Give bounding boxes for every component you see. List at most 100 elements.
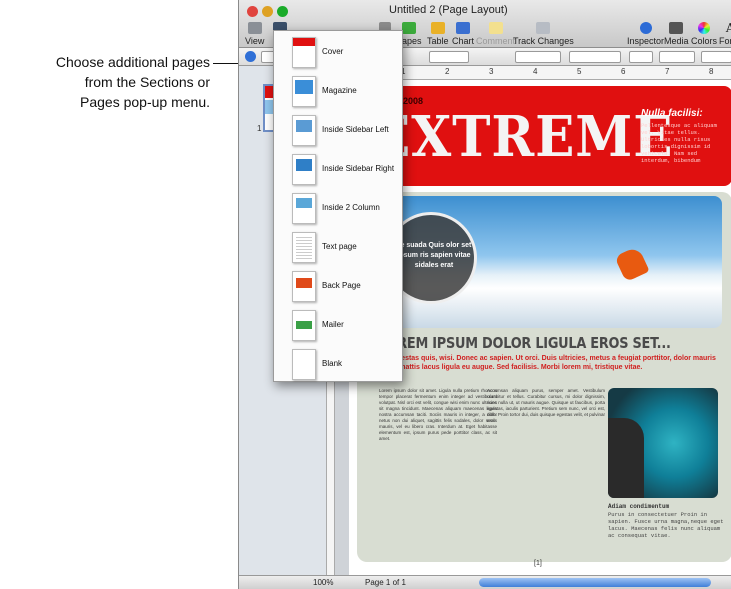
font-size-field[interactable]	[429, 51, 469, 63]
callout-text: Choose additional pages from the Section…	[0, 52, 210, 112]
menu-item-blank[interactable]: Blank	[274, 345, 402, 383]
styles-drawer-icon[interactable]	[245, 51, 256, 62]
inside-2-column-icon	[292, 193, 316, 224]
climber-figure	[614, 245, 650, 283]
body-column-1: Lorem ipsum dolor sit amet. Ligula nulla…	[379, 388, 497, 441]
inside-sidebar-left-icon	[292, 115, 316, 146]
ruler-tick: 3	[489, 67, 494, 76]
menu-item-label: Inside Sidebar Right	[322, 164, 395, 173]
colors-icon	[698, 22, 710, 34]
menu-item-label: Cover	[322, 47, 344, 56]
caption-text: Purus in consectetuer Proin in sapien. F…	[608, 511, 724, 539]
menu-item-label: Inside Sidebar Left	[322, 125, 389, 134]
callout-line-3: Pages pop-up menu.	[80, 94, 210, 110]
alignment-buttons[interactable]	[569, 51, 621, 63]
colors-button[interactable]: Colors	[691, 22, 717, 46]
magazine-page-icon	[292, 76, 316, 107]
ruler-tick: 8	[709, 67, 714, 76]
inset-rock-shape	[608, 418, 644, 498]
callout-line-2: from the Sections or	[84, 74, 210, 90]
comment-icon	[488, 22, 503, 34]
menu-item-back-page[interactable]: Back Page	[274, 267, 402, 305]
window-title: Untitled 2 (Page Layout)	[389, 4, 508, 16]
chart-button[interactable]: Chart	[452, 22, 474, 46]
page-indicator: Page 1 of 1	[365, 578, 406, 587]
colors-label: Colors	[691, 36, 718, 46]
ruler-tick: 2	[445, 67, 450, 76]
track-changes-label: Track Changes	[513, 36, 574, 46]
mailer-page-icon	[292, 310, 316, 341]
menu-item-label: Blank	[322, 359, 343, 368]
menu-item-label: Back Page	[322, 281, 361, 290]
media-icon	[669, 22, 684, 34]
menu-item-label: Inside 2 Column	[322, 203, 380, 212]
blank-page-icon	[292, 349, 316, 380]
track-changes-icon	[536, 22, 551, 34]
caption-heading: Adiam condimentum	[608, 503, 670, 510]
waterfall-kayak-photo[interactable]	[608, 388, 718, 498]
view-button[interactable]: View	[245, 22, 264, 46]
zoom-popup[interactable]: 100%	[313, 578, 333, 587]
article-headline: LOREM IPSUM DOLOR LIGULA EROS SET...	[379, 334, 671, 352]
menu-item-inside-2-column[interactable]: Inside 2 Column	[274, 189, 402, 227]
inside-sidebar-right-icon	[292, 154, 316, 185]
banner-title: EXTREME	[371, 104, 674, 170]
view-label: View	[245, 36, 265, 46]
pages-popup-menu[interactable]: Cover Magazine Inside Sidebar Left Insid…	[273, 30, 403, 382]
menu-item-text-page[interactable]: Text page	[274, 228, 402, 266]
fonts-button[interactable]: A Fonts	[719, 22, 731, 46]
inspector-label: Inspector	[627, 36, 665, 46]
menu-item-label: Magazine	[322, 86, 357, 95]
table-icon	[430, 22, 445, 34]
text-style-buttons[interactable]	[515, 51, 561, 63]
ruler-tick: 7	[665, 67, 670, 76]
body-column-2: Accumsan aliquam purus, semper amet. Ves…	[487, 388, 605, 423]
page-number: [1]	[534, 560, 542, 567]
close-window-button[interactable]	[247, 6, 258, 17]
menu-item-mailer[interactable]: Mailer	[274, 306, 402, 344]
menu-item-label: Text page	[322, 242, 357, 251]
chart-icon	[456, 22, 470, 34]
shapes-icon	[402, 22, 417, 34]
menu-item-label: Mailer	[322, 320, 344, 329]
document-page[interactable]: 2008 EXTREME Nulla facilisi: Pellentesqu…	[349, 80, 731, 575]
banner-sidebar-text: Pellentesque ac aliquam vel. Vitae tellu…	[641, 122, 717, 164]
media-button[interactable]: Media	[664, 22, 689, 46]
minimize-window-button[interactable]	[262, 6, 273, 17]
ruler-tick: 6	[621, 67, 626, 76]
view-icon	[247, 22, 262, 34]
list-popup[interactable]	[701, 51, 731, 63]
callout-line-1: Choose additional pages	[55, 54, 210, 70]
pages-window: Untitled 2 (Page Layout) View S hapes Ta…	[238, 0, 731, 589]
article-frame[interactable]: ile suada Quis olor set ipsum ris sapien…	[357, 192, 731, 562]
columns-popup[interactable]	[659, 51, 695, 63]
chart-label: Chart	[452, 36, 475, 46]
menu-item-cover[interactable]: Cover	[274, 33, 402, 71]
back-page-icon	[292, 271, 316, 302]
menu-item-inside-sidebar-right[interactable]: Inside Sidebar Right	[274, 150, 402, 188]
comment-button[interactable]: Comment	[476, 22, 515, 46]
inspector-icon	[639, 22, 652, 34]
cover-banner[interactable]: 2008 EXTREME Nulla facilisi: Pellentesqu…	[357, 86, 731, 186]
track-changes-button[interactable]: Track Changes	[513, 22, 574, 46]
menu-item-magazine[interactable]: Magazine	[274, 72, 402, 110]
table-label: Table	[427, 36, 449, 46]
table-button[interactable]: Table	[427, 22, 449, 46]
article-subhead: uis, egestas quis, wisi. Donec ac sapien…	[379, 355, 716, 371]
fonts-label: Fonts	[719, 36, 731, 46]
cover-page-icon	[292, 37, 316, 68]
status-bar: 100% Page 1 of 1	[239, 575, 731, 589]
line-spacing-popup[interactable]	[629, 51, 653, 63]
inspector-button[interactable]: Inspector	[627, 22, 664, 46]
banner-sidebar-heading: Nulla facilisi:	[641, 108, 703, 119]
ruler-tick: 4	[533, 67, 538, 76]
pull-quote-text: ile suada Quis olor set ipsum ris sapien…	[396, 242, 472, 269]
comment-label: Comment	[476, 36, 516, 46]
fonts-icon: A	[723, 22, 731, 34]
zoom-window-button[interactable]	[277, 6, 288, 17]
menu-item-inside-sidebar-left[interactable]: Inside Sidebar Left	[274, 111, 402, 149]
thumbnail-page-number: 1	[257, 124, 262, 133]
horizontal-scrollbar[interactable]	[479, 578, 711, 587]
ruler-tick: 5	[577, 67, 582, 76]
text-page-icon	[292, 232, 316, 263]
